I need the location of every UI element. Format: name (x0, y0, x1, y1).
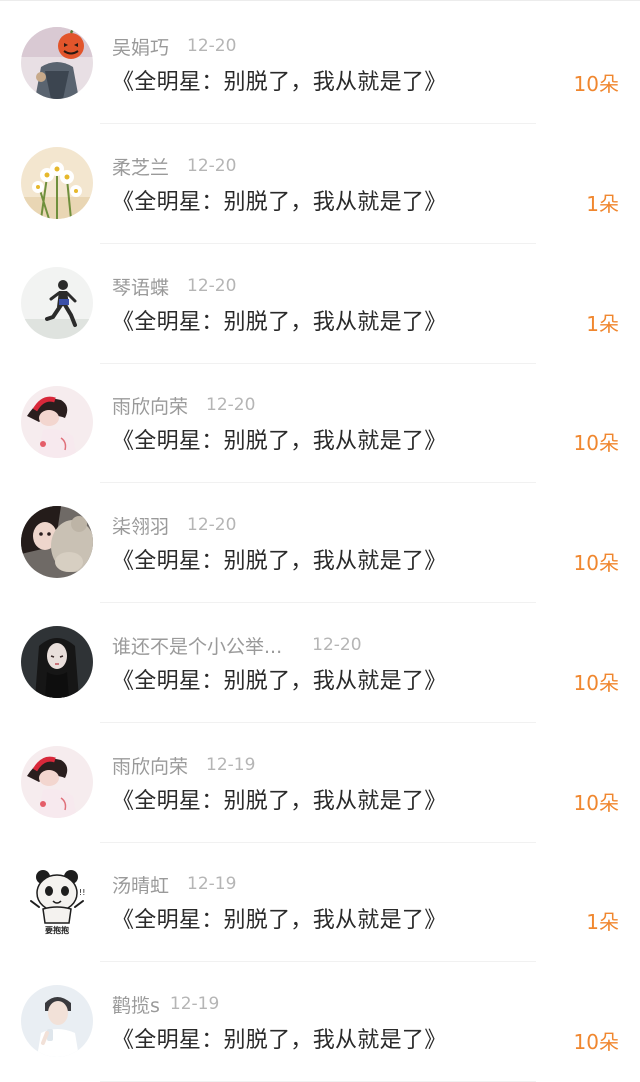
user-name[interactable]: 雨欣向荣 (112, 392, 188, 419)
user-name[interactable]: 雨欣向荣 (112, 752, 188, 779)
book-title[interactable]: 《全明星：别脱了，我从就是了》 (112, 543, 447, 575)
item-date: 12-19 (169, 994, 220, 1014)
item-meta: 谁还不是个小公举... 12-20 (112, 632, 362, 659)
flower-count: 10朵 (573, 431, 619, 455)
avatar-girl-red-icon[interactable] (21, 386, 93, 458)
list-item[interactable]: 雨欣向荣 12-20 《全明星：别脱了，我从就是了》 10朵 (0, 359, 640, 483)
flower-count: 10朵 (573, 551, 619, 575)
list-item[interactable]: 鹳揽s 12-19 《全明星：别脱了，我从就是了》 10朵 (0, 958, 640, 1082)
flower-count: 1朵 (586, 312, 619, 336)
avatar-daisy-flowers-icon[interactable] (21, 147, 93, 219)
book-title[interactable]: 《全明星：别脱了，我从就是了》 (112, 64, 447, 96)
flower-count: 10朵 (573, 791, 619, 815)
item-date: 12-20 (187, 156, 237, 176)
avatar-girl-red-icon[interactable] (21, 746, 93, 818)
avatar-pumpkin-girl-icon[interactable] (21, 27, 93, 99)
item-meta: 汤晴虹 12-19 (112, 871, 237, 898)
item-meta: 吴娟巧 12-20 (112, 33, 237, 60)
book-title[interactable]: 《全明星：别脱了，我从就是了》 (112, 783, 447, 815)
user-name[interactable]: 汤晴虹 (112, 871, 169, 898)
flower-count: 1朵 (586, 192, 619, 216)
user-name[interactable]: 柔芝兰 (112, 153, 169, 180)
svg-text:!!: !! (79, 888, 85, 897)
avatar-runner-icon[interactable] (21, 267, 93, 339)
user-name[interactable]: 吴娟巧 (112, 33, 169, 60)
list-item[interactable]: 谁还不是个小公举... 12-20 《全明星：别脱了，我从就是了》 10朵 (0, 599, 640, 723)
list-item[interactable]: !! 要抱抱 汤晴虹 12-19 《全明星：别脱了，我从就是了》 1朵 (0, 838, 640, 962)
book-title[interactable]: 《全明星：别脱了，我从就是了》 (112, 1022, 447, 1054)
avatar-boy-white-icon[interactable] (21, 985, 93, 1057)
flower-count: 10朵 (573, 1030, 619, 1054)
list-item[interactable]: 柒翎羽 12-20 《全明星：别脱了，我从就是了》 10朵 (0, 479, 640, 603)
flower-count: 10朵 (573, 72, 619, 96)
user-name[interactable]: 鹳揽s (112, 991, 160, 1018)
book-title[interactable]: 《全明星：别脱了，我从就是了》 (112, 184, 447, 216)
item-date: 12-20 (187, 36, 237, 56)
book-title[interactable]: 《全明星：别脱了，我从就是了》 (112, 304, 447, 336)
item-meta: 雨欣向荣 12-20 (112, 392, 256, 419)
list-item[interactable]: 琴语蝶 12-20 《全明星：别脱了，我从就是了》 1朵 (0, 240, 640, 364)
flower-count: 10朵 (573, 671, 619, 695)
item-date: 12-20 (312, 635, 362, 655)
avatar-dark-girl-icon[interactable] (21, 626, 93, 698)
item-meta: 柔芝兰 12-20 (112, 153, 237, 180)
item-date: 12-20 (187, 276, 237, 296)
item-date: 12-20 (206, 395, 256, 415)
book-title[interactable]: 《全明星：别脱了，我从就是了》 (112, 423, 447, 455)
user-name[interactable]: 柒翎羽 (112, 512, 169, 539)
item-meta: 柒翎羽 12-20 (112, 512, 237, 539)
list-item[interactable]: 柔芝兰 12-20 《全明星：别脱了，我从就是了》 1朵 (0, 120, 640, 244)
item-meta: 琴语蝶 12-20 (112, 273, 237, 300)
avatar-sticker-text: 要抱抱 (45, 925, 69, 935)
avatar-girl-teddy-icon[interactable] (21, 506, 93, 578)
flower-count: 1朵 (586, 910, 619, 934)
item-meta: 鹳揽s 12-19 (112, 991, 220, 1018)
user-name[interactable]: 琴语蝶 (112, 273, 169, 300)
list-item[interactable]: 吴娟巧 12-20 《全明星：别脱了，我从就是了》 10朵 (0, 0, 640, 124)
user-name[interactable]: 谁还不是个小公举... (112, 632, 282, 659)
book-title[interactable]: 《全明星：别脱了，我从就是了》 (112, 663, 447, 695)
item-meta: 雨欣向荣 12-19 (112, 752, 256, 779)
item-date: 12-19 (206, 755, 256, 775)
item-date: 12-20 (187, 515, 237, 535)
book-title[interactable]: 《全明星：别脱了，我从就是了》 (112, 902, 447, 934)
avatar-panda-sticker-icon[interactable]: !! 要抱抱 (21, 865, 93, 937)
item-date: 12-19 (187, 874, 237, 894)
list-item[interactable]: 雨欣向荣 12-19 《全明星：别脱了，我从就是了》 10朵 (0, 719, 640, 843)
